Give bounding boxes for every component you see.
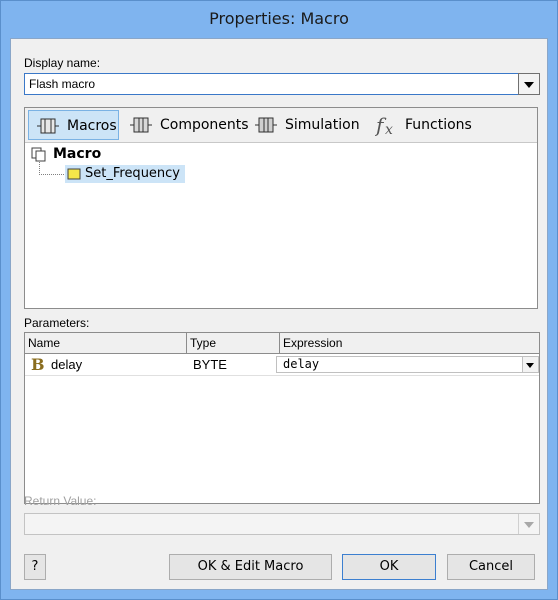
- cancel-button[interactable]: Cancel: [447, 554, 535, 580]
- column-header-type[interactable]: Type: [187, 333, 280, 353]
- param-expression-field[interactable]: delay: [276, 356, 539, 373]
- param-name-cell[interactable]: delay: [51, 355, 82, 375]
- svg-text:x: x: [385, 122, 393, 137]
- tab-simulation[interactable]: Simulation: [247, 110, 365, 140]
- byte-type-icon: B: [31, 355, 45, 374]
- chevron-down-icon: [524, 522, 534, 528]
- tab-functions-label: Functions: [405, 117, 472, 133]
- tab-functions[interactable]: f x Functions: [367, 110, 477, 140]
- dialog-body: Display name: Flash macro Macros Compone…: [10, 38, 548, 590]
- column-header-name[interactable]: Name: [25, 333, 187, 353]
- tree-item-label: Set_Frequency: [85, 166, 181, 181]
- return-value-combo[interactable]: [24, 513, 540, 535]
- table-row[interactable]: B delay BYTE delay: [25, 355, 539, 376]
- chevron-down-icon: [524, 82, 534, 88]
- simulation-icon: [255, 117, 277, 133]
- tab-strip: Macros Components Simulation f x Functio…: [25, 108, 537, 143]
- tree-root-label: Macro: [53, 146, 102, 162]
- tab-simulation-label: Simulation: [285, 117, 360, 133]
- properties-dialog: Properties: Macro Display name: Flash ma…: [0, 0, 558, 600]
- macros-icon: [37, 118, 59, 134]
- chevron-down-icon: [526, 363, 534, 368]
- display-name-combo[interactable]: Flash macro: [24, 73, 540, 95]
- tab-macros[interactable]: Macros: [28, 110, 119, 140]
- ok-button[interactable]: OK: [342, 554, 436, 580]
- components-icon: [130, 117, 152, 133]
- ok-edit-macro-button[interactable]: OK & Edit Macro: [169, 554, 332, 580]
- display-name-label: Display name:: [24, 56, 101, 70]
- parameters-grid: Name Type Expression B delay BYTE delay: [24, 332, 540, 504]
- grid-header: Name Type Expression: [25, 333, 539, 354]
- display-name-dropdown-button[interactable]: [518, 73, 540, 95]
- tab-macros-label: Macros: [67, 118, 117, 134]
- parameters-label: Parameters:: [24, 316, 90, 330]
- macro-item-icon: [67, 168, 81, 180]
- fx-icon: f x: [375, 113, 393, 137]
- tab-components-label: Components: [160, 117, 249, 133]
- tab-components[interactable]: Components: [122, 110, 249, 140]
- display-name-value[interactable]: Flash macro: [29, 77, 95, 91]
- param-type-cell[interactable]: BYTE: [193, 355, 227, 375]
- tree-item-set-frequency[interactable]: Set_Frequency: [65, 165, 185, 183]
- column-header-expression[interactable]: Expression: [280, 333, 539, 353]
- expression-dropdown-button[interactable]: [522, 357, 538, 372]
- macro-group-icon: [31, 147, 46, 162]
- return-value-label: Return Value:: [24, 494, 97, 508]
- tab-panel: Macros Components Simulation f x Functio…: [24, 107, 538, 309]
- tree-connector: [39, 162, 64, 175]
- return-value-dropdown-button[interactable]: [518, 514, 539, 534]
- param-expression-value: delay: [283, 357, 320, 371]
- window-title: Properties: Macro: [209, 9, 349, 28]
- help-button[interactable]: ?: [24, 554, 46, 580]
